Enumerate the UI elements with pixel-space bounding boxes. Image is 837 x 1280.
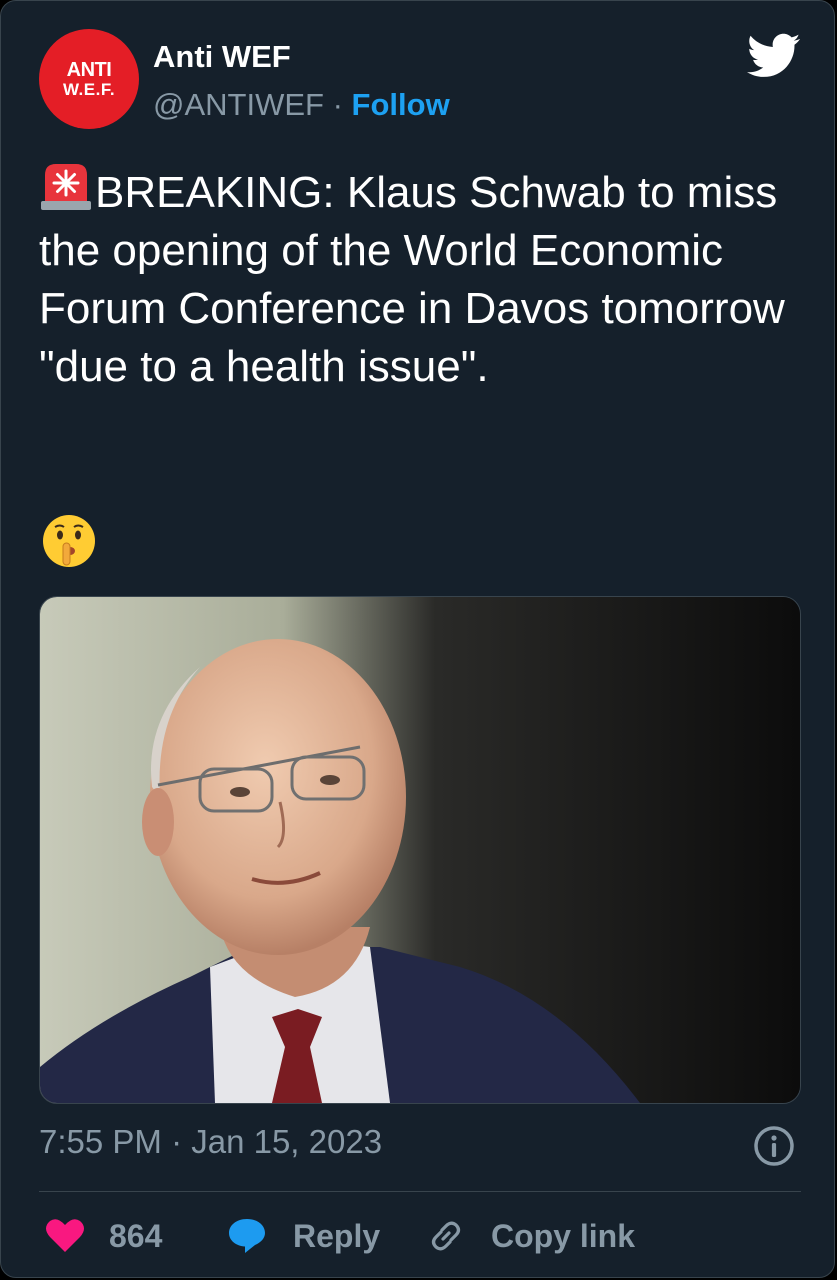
police-car-light-icon	[41, 164, 91, 210]
tweet-text: BREAKING: Klaus Schwab to miss the openi…	[39, 168, 785, 391]
tweet-photo[interactable]	[39, 596, 801, 1104]
reply-button[interactable]: Reply	[227, 1211, 380, 1261]
author-handle-row: @ANTIWEF · Follow	[153, 87, 450, 123]
speech-bubble-icon	[229, 1219, 265, 1253]
reply-label: Reply	[293, 1217, 381, 1254]
action-bar: 864 Reply Copy link	[39, 1211, 801, 1261]
tweet-timestamp[interactable]: 7:55 PM · Jan 15, 2023	[39, 1123, 382, 1161]
follow-button[interactable]: Follow	[352, 87, 450, 122]
tweet-text-block: BREAKING: Klaus Schwab to miss the openi…	[39, 161, 799, 396]
divider	[39, 1191, 801, 1192]
info-icon[interactable]	[753, 1125, 795, 1167]
copy-link-button[interactable]: Copy link	[427, 1211, 635, 1261]
author-handle[interactable]: @ANTIWEF	[153, 87, 324, 122]
separator-dot: ·	[332, 87, 343, 122]
shushing-face-icon	[43, 515, 95, 567]
link-icon	[431, 1221, 461, 1251]
tweet-card: ANTI W.E.F. Anti WEF @ANTIWEF · Follow B…	[0, 0, 835, 1278]
twitter-bird-icon[interactable]	[747, 33, 801, 79]
copy-link-label: Copy link	[491, 1217, 636, 1254]
avatar[interactable]: ANTI W.E.F.	[39, 29, 139, 129]
avatar-text-line2: W.E.F.	[62, 80, 116, 99]
author-name[interactable]: Anti WEF	[153, 39, 291, 75]
portrait-image	[40, 597, 800, 1103]
like-count: 864	[109, 1217, 163, 1254]
avatar-text-line1: ANTI	[66, 59, 112, 81]
heart-icon	[46, 1219, 84, 1252]
like-button[interactable]: 864	[45, 1211, 162, 1261]
